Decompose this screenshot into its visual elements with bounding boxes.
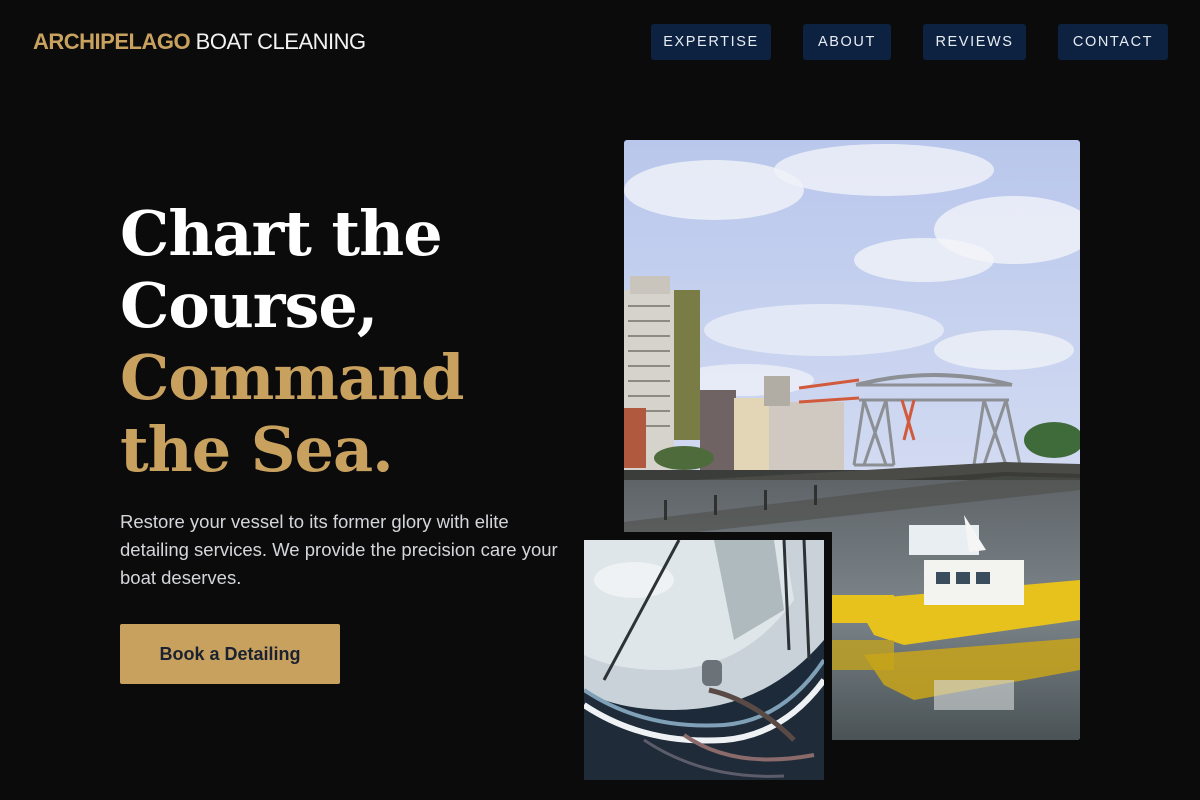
nav-reviews-button[interactable]: REVIEWS bbox=[923, 24, 1026, 60]
headline-line-1: Chart the bbox=[120, 197, 443, 270]
brand-logo[interactable]: ARCHIPELAGO BOAT CLEANING bbox=[33, 29, 366, 55]
hero-description: Restore your vessel to its former glory … bbox=[120, 511, 558, 588]
boat-bow-photo bbox=[584, 540, 824, 780]
site-header: ARCHIPELAGO BOAT CLEANING EXPERTISE ABOU… bbox=[0, 0, 1200, 84]
nav-about-button[interactable]: ABOUT bbox=[803, 24, 891, 60]
nav-expertise-button[interactable]: EXPERTISE bbox=[651, 24, 771, 60]
boat-bow-photo-frame bbox=[576, 532, 832, 788]
headline-line-2: Course, bbox=[120, 269, 378, 342]
headline-line-4: the Sea. bbox=[120, 413, 394, 486]
brand-name-rest: BOAT CLEANING bbox=[190, 29, 366, 54]
nav-contact-button[interactable]: CONTACT bbox=[1058, 24, 1168, 60]
hero-headline: Chart the Course, Command the Sea. bbox=[120, 197, 465, 486]
book-detailing-button[interactable]: Book a Detailing bbox=[120, 624, 340, 684]
brand-name-accent: ARCHIPELAGO bbox=[33, 29, 191, 54]
headline-line-3: Command bbox=[120, 341, 465, 414]
